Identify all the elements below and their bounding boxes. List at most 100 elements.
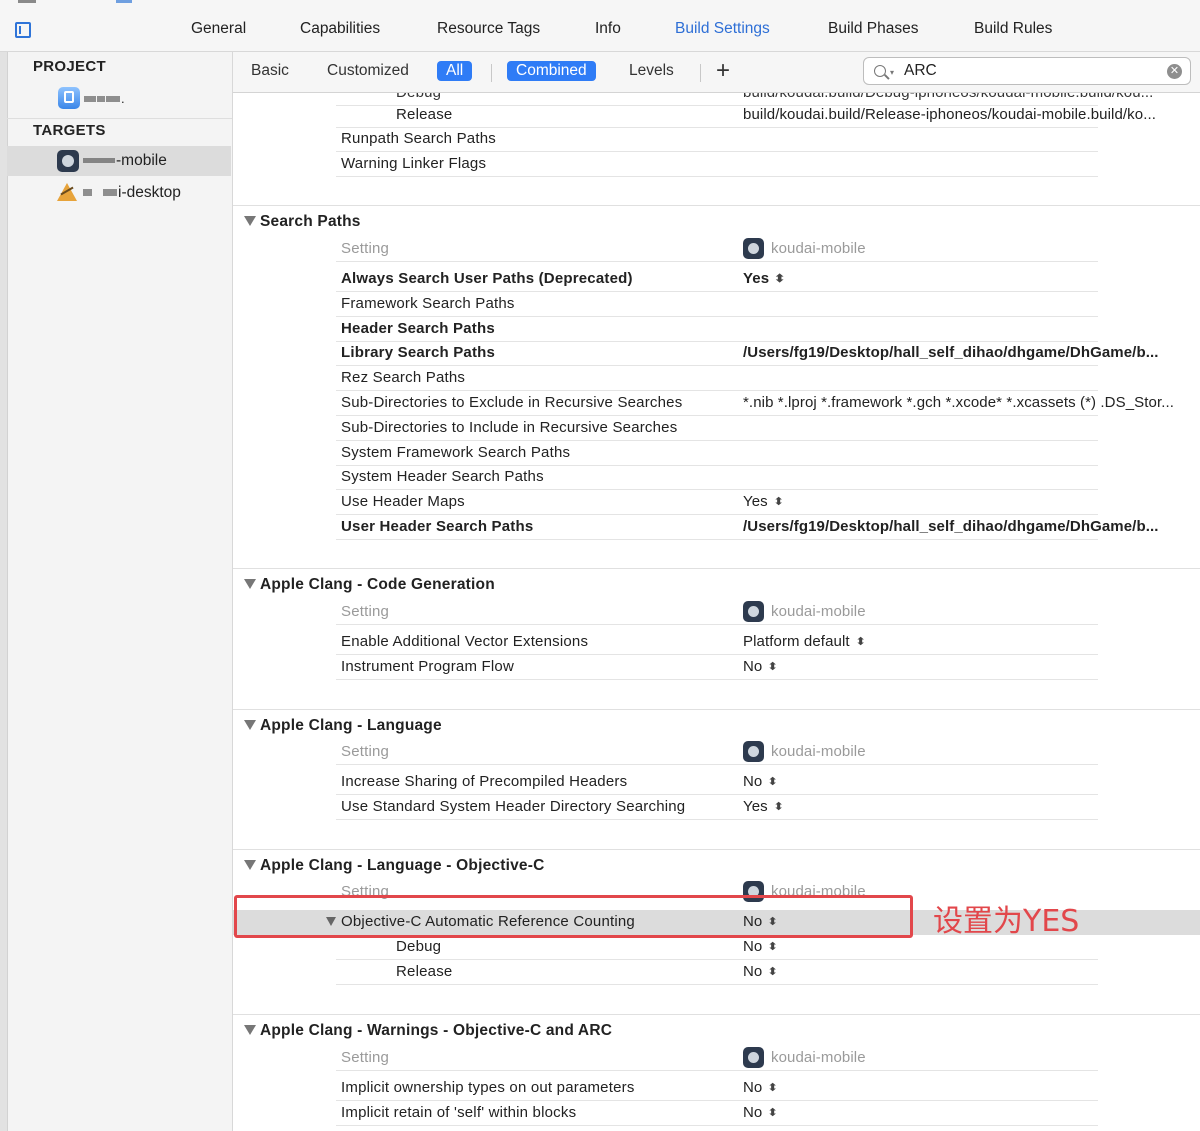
- setting-value[interactable]: Yes ⬍: [743, 798, 783, 815]
- setting-name: Runpath Search Paths: [341, 130, 496, 147]
- target-mobile-label: -mobile: [83, 152, 167, 170]
- tab-resource-tags[interactable]: Resource Tags: [437, 20, 540, 38]
- setting-value[interactable]: No ⬍: [743, 773, 778, 790]
- setting-value[interactable]: /Users/fg19/Desktop/hall_self_dihao/dhga…: [743, 518, 1159, 535]
- search-field[interactable]: ▾ ✕: [863, 57, 1191, 85]
- section-code-generation[interactable]: Apple Clang - Code Generation: [233, 570, 1200, 600]
- setting-name: System Header Search Paths: [341, 468, 544, 486]
- setting-name: System Framework Search Paths: [341, 443, 571, 461]
- setting-row[interactable]: Enable Additional Vector Extensions Platf…: [233, 630, 1200, 655]
- disclosure-triangle-icon[interactable]: [244, 216, 256, 226]
- add-setting-button[interactable]: +: [716, 57, 730, 85]
- setting-name: Release: [396, 106, 453, 123]
- targets-header: TARGETS: [33, 122, 106, 139]
- setting-name: Debug: [396, 93, 441, 101]
- target-column-header: koudai-mobile: [771, 743, 866, 760]
- target-column-header: koudai-mobile: [771, 240, 866, 257]
- setting-row-arc-release[interactable]: Release No ⬍: [233, 960, 1200, 985]
- target-desktop-text: i-desktop: [118, 184, 181, 201]
- target-column-header: koudai-mobile: [771, 1049, 866, 1066]
- setting-value[interactable]: /Users/fg19/Desktop/hall_self_dihao/dhga…: [743, 344, 1159, 361]
- filter-combined[interactable]: Combined: [507, 61, 596, 81]
- navigator-toggle-icon[interactable]: [15, 22, 31, 38]
- stepper-icon: ⬍: [767, 1106, 778, 1119]
- setting-value[interactable]: No ⬍: [743, 658, 778, 675]
- setting-row[interactable]: System Header Search Paths: [233, 465, 1200, 491]
- column-header-row: Setting koudai-mobile: [233, 740, 1200, 765]
- setting-row-runpath[interactable]: Runpath Search Paths: [233, 127, 1200, 152]
- tab-info[interactable]: Info: [595, 20, 621, 38]
- stepper-icon: ⬍: [772, 495, 784, 508]
- project-navigator: PROJECT . TARGETS -mobile i-desktop: [0, 52, 233, 1131]
- section-language[interactable]: Apple Clang - Language: [233, 711, 1200, 741]
- stepper-icon: ⬍: [767, 1081, 778, 1094]
- disclosure-triangle-icon[interactable]: [244, 860, 256, 870]
- setting-value[interactable]: No ⬍: [743, 1104, 778, 1121]
- annotation-text: 设置为YES: [933, 904, 1080, 939]
- setting-value[interactable]: Platform default ⬍: [743, 633, 865, 650]
- value-text: /Users/fg19/Desktop/hall_self_dihao/dhga…: [743, 344, 1159, 362]
- value-text: Yes: [743, 798, 768, 815]
- setting-row[interactable]: Sub-Directories to Exclude in Recursive …: [233, 391, 1200, 416]
- setting-row[interactable]: Framework Search Paths: [233, 292, 1200, 317]
- section-objective-c[interactable]: Apple Clang - Language - Objective-C: [233, 851, 1200, 881]
- desktop-app-icon: [56, 181, 78, 203]
- filter-divider: [491, 64, 492, 82]
- section-divider: [233, 849, 1200, 850]
- value-text: Yes: [743, 270, 770, 287]
- setting-value[interactable]: Yes ⬍: [743, 270, 785, 287]
- setting-name: Framework Search Paths: [341, 294, 515, 312]
- setting-row[interactable]: Rez Search Paths: [233, 366, 1200, 392]
- setting-name: User Header Search Paths: [341, 518, 534, 535]
- disclosure-triangle-icon[interactable]: [244, 720, 256, 730]
- setting-row[interactable]: Use Header Maps Yes ⬍: [233, 490, 1200, 516]
- setting-value[interactable]: No ⬍: [743, 963, 778, 980]
- setting-row-release[interactable]: Release build/koudai.build/Release-iphon…: [233, 103, 1200, 128]
- setting-row[interactable]: Use Standard System Header Directory Sea…: [233, 795, 1200, 820]
- setting-name: Warning Linker Flags: [341, 155, 487, 172]
- setting-name: Instrument Program Flow: [341, 658, 514, 675]
- section-warnings-objc-arc[interactable]: Apple Clang - Warnings - Objective-C and…: [233, 1016, 1200, 1046]
- setting-row-warning-linker[interactable]: Warning Linker Flags: [233, 152, 1200, 177]
- tab-build-rules[interactable]: Build Rules: [974, 20, 1052, 38]
- setting-row[interactable]: System Framework Search Paths: [233, 441, 1200, 466]
- setting-name: Library Search Paths: [341, 344, 496, 362]
- search-input[interactable]: [904, 61, 1154, 81]
- setting-value[interactable]: *.nib *.lproj *.framework *.gch *.xcode*…: [743, 394, 1174, 411]
- target-column-header: koudai-mobile: [771, 603, 866, 620]
- project-item[interactable]: .: [7, 84, 231, 114]
- setting-value[interactable]: Yes ⬍: [743, 493, 783, 510]
- filter-basic[interactable]: Basic: [251, 62, 289, 80]
- setting-row[interactable]: Implicit retain of 'self' within blocks N…: [233, 1101, 1200, 1126]
- setting-name: Sub-Directories to Include in Recursive …: [341, 418, 678, 436]
- tab-general[interactable]: General: [191, 20, 246, 38]
- disclosure-triangle-icon[interactable]: [244, 1025, 256, 1035]
- filter-all[interactable]: All: [437, 61, 473, 81]
- setting-value[interactable]: No ⬍: [743, 1079, 778, 1096]
- section-divider: [233, 568, 1200, 569]
- setting-row[interactable]: Header Search Paths: [233, 317, 1200, 342]
- setting-row[interactable]: Instrument Program Flow No ⬍: [233, 655, 1200, 680]
- target-koudai-mobile[interactable]: -mobile: [7, 146, 231, 176]
- setting-row[interactable]: Always Search User Paths (Deprecated) Yes…: [233, 267, 1200, 292]
- stepper-icon: ⬍: [774, 272, 785, 285]
- tab-build-phases[interactable]: Build Phases: [828, 20, 918, 38]
- setting-value[interactable]: No ⬍: [743, 938, 778, 955]
- setting-row[interactable]: Sub-Directories to Include in Recursive …: [233, 416, 1200, 441]
- section-search-paths[interactable]: Search Paths: [233, 207, 1200, 237]
- setting-column-header: Setting: [341, 240, 390, 257]
- tab-build-settings[interactable]: Build Settings: [675, 20, 770, 38]
- value-text: Platform default: [743, 633, 850, 650]
- target-koudai-desktop[interactable]: i-desktop: [7, 178, 231, 208]
- setting-name: Always Search User Paths (Deprecated): [341, 270, 633, 287]
- setting-row[interactable]: Library Search Paths/Users/fg19/Desktop/…: [233, 341, 1200, 367]
- setting-row[interactable]: User Header Search Paths/Users/fg19/Desk…: [233, 515, 1200, 540]
- filter-customized[interactable]: Customized: [327, 62, 409, 80]
- disclosure-triangle-icon[interactable]: [244, 579, 256, 589]
- tab-capabilities[interactable]: Capabilities: [300, 20, 380, 38]
- stepper-icon: ⬍: [767, 965, 778, 978]
- setting-row[interactable]: Implicit ownership types on out paramete…: [233, 1076, 1200, 1101]
- clear-search-icon[interactable]: ✕: [1167, 64, 1182, 79]
- setting-row[interactable]: Increase Sharing of Precompiled Headers N…: [233, 770, 1200, 795]
- filter-levels[interactable]: Levels: [629, 62, 674, 80]
